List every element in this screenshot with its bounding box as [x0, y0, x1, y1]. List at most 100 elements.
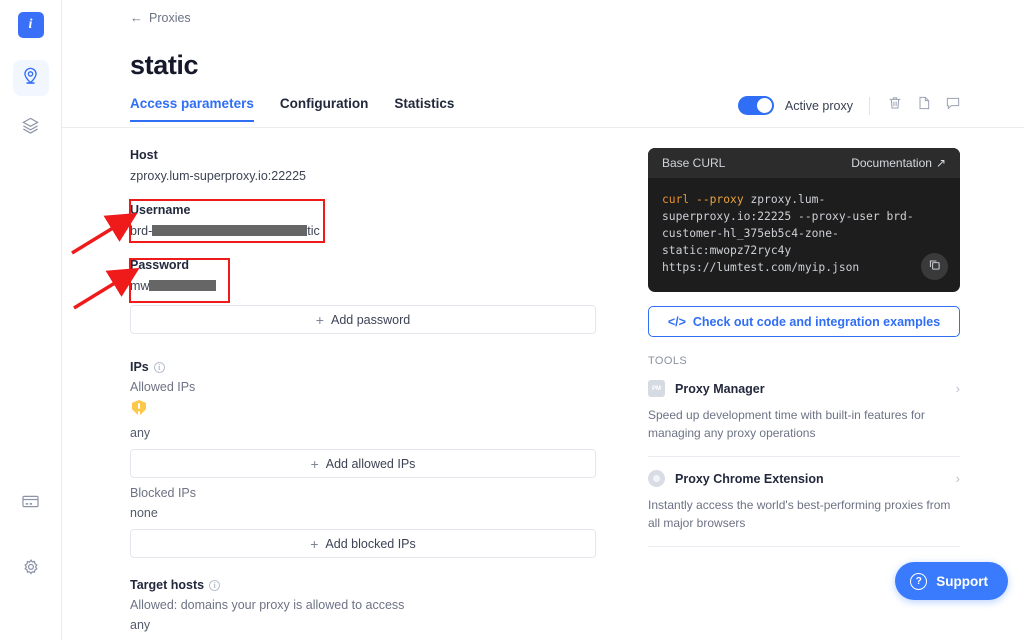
password-redacted-block — [149, 280, 216, 291]
username-label: Username — [130, 203, 596, 217]
code-card-header: Base CURL Documentation ↗ — [648, 148, 960, 178]
tool-row: Proxy Chrome Extension › — [648, 470, 960, 487]
add-allowed-ips-label: Add allowed IPs — [326, 457, 416, 471]
toggle-knob — [757, 98, 772, 113]
sidebar-item-billing[interactable] — [13, 486, 49, 522]
curl-token: curl — [662, 193, 689, 206]
host-field: Host zproxy.lum-superproxy.io:22225 — [130, 148, 596, 183]
allowed-ips-label: Allowed IPs — [130, 380, 596, 394]
main-area: ← Proxies static Access parameters Confi… — [62, 0, 1024, 640]
proxy-manager-icon: PM — [648, 380, 665, 397]
tool-description: Instantly access the world's best-perfor… — [648, 496, 960, 547]
blocked-ips-label: Blocked IPs — [130, 486, 596, 500]
app-root: i — [0, 0, 1024, 640]
username-value: brd-tic — [130, 224, 596, 238]
tool-name: Proxy Chrome Extension — [675, 472, 946, 486]
password-value: mw — [130, 279, 596, 293]
tab-statistics[interactable]: Statistics — [394, 96, 454, 122]
content-area: Host zproxy.lum-superproxy.io:22225 User… — [62, 140, 1024, 640]
question-mark-icon: ? — [910, 573, 927, 590]
warning-shield-icon — [132, 400, 146, 416]
ips-title-label: IPs — [130, 360, 149, 374]
target-hosts-desc: Allowed: domains your proxy is allowed t… — [130, 598, 596, 612]
host-value: zproxy.lum-superproxy.io:22225 — [130, 169, 596, 183]
documentation-label: Documentation — [851, 156, 932, 170]
add-password-label: Add password — [331, 313, 410, 327]
sidebar-item-datasets[interactable] — [13, 110, 49, 146]
username-field: Username brd-tic — [130, 203, 596, 238]
location-pin-icon — [21, 66, 40, 90]
page-title: static — [130, 50, 198, 81]
username-redacted-block — [152, 225, 307, 236]
info-icon[interactable]: i — [209, 580, 220, 591]
support-button[interactable]: ? Support — [895, 562, 1008, 600]
tab-bar: Access parameters Configuration Statisti… — [130, 96, 454, 122]
code-examples-button[interactable]: </> Check out code and integration examp… — [648, 306, 960, 337]
delete-proxy-button[interactable] — [886, 97, 904, 115]
file-icon — [916, 95, 932, 116]
tab-access-parameters[interactable]: Access parameters — [130, 96, 254, 122]
credit-card-icon — [21, 492, 40, 516]
tool-item-proxy-manager[interactable]: PM Proxy Manager › Speed up development … — [648, 380, 960, 457]
duplicate-proxy-button[interactable] — [915, 97, 933, 115]
copy-icon — [928, 258, 941, 276]
plus-icon: + — [310, 537, 318, 551]
plus-icon: + — [311, 457, 319, 471]
blocked-ips-value: none — [130, 506, 596, 520]
breadcrumb[interactable]: ← Proxies — [130, 10, 191, 25]
add-blocked-ips-button[interactable]: + Add blocked IPs — [130, 529, 596, 558]
active-proxy-label: Active proxy — [785, 99, 853, 113]
username-suffix: tic — [307, 224, 320, 238]
chrome-icon — [648, 470, 665, 487]
plus-icon: + — [316, 313, 324, 327]
sidebar-item-proxies[interactable] — [13, 60, 49, 96]
tool-item-proxy-chrome-extension[interactable]: Proxy Chrome Extension › Instantly acces… — [648, 470, 960, 547]
info-icon[interactable]: i — [154, 362, 165, 373]
code-card-title: Base CURL — [662, 156, 725, 170]
target-hosts-title-label: Target hosts — [130, 578, 204, 592]
chat-icon — [945, 95, 961, 116]
chevron-right-icon: › — [956, 381, 960, 396]
allowed-ips-value: any — [130, 426, 596, 440]
chevron-right-icon: › — [956, 471, 960, 486]
add-blocked-ips-label: Add blocked IPs — [325, 537, 415, 551]
sidebar-item-settings[interactable] — [13, 552, 49, 588]
brand-logo-icon[interactable]: i — [18, 12, 44, 38]
code-examples-label: Check out code and integration examples — [693, 315, 940, 329]
tool-description: Speed up development time with built-in … — [648, 406, 960, 457]
username-prefix: brd- — [130, 224, 152, 238]
divider — [869, 97, 870, 115]
comment-proxy-button[interactable] — [944, 97, 962, 115]
target-hosts-section-title: Target hosts i — [130, 578, 596, 592]
ips-section-title: IPs i — [130, 360, 596, 374]
password-label: Password — [130, 258, 596, 272]
side-panel: Base CURL Documentation ↗ curl --proxy z… — [648, 148, 960, 547]
rail-bottom-group — [13, 486, 49, 640]
add-allowed-ips-button[interactable]: + Add allowed IPs — [130, 449, 596, 478]
header-divider — [62, 127, 1024, 128]
tab-configuration[interactable]: Configuration — [280, 96, 368, 122]
external-link-icon: ↗ — [936, 156, 946, 170]
gear-icon — [21, 558, 41, 583]
password-prefix: mw — [130, 279, 149, 293]
left-nav-rail: i — [0, 0, 62, 640]
host-label: Host — [130, 148, 596, 162]
tool-row: PM Proxy Manager › — [648, 380, 960, 397]
curl-command-text: curl --proxy zproxy.lum-superproxy.io:22… — [648, 178, 960, 292]
active-proxy-toggle[interactable] — [738, 96, 774, 115]
target-hosts-value: any — [130, 618, 596, 632]
layers-icon — [21, 116, 40, 140]
tool-name: Proxy Manager — [675, 382, 946, 396]
code-brackets-icon: </> — [668, 315, 686, 329]
documentation-link[interactable]: Documentation ↗ — [851, 156, 946, 170]
tools-heading: TOOLS — [648, 355, 960, 367]
copy-curl-button[interactable] — [921, 253, 948, 280]
support-label: Support — [936, 574, 988, 589]
access-parameters-panel: Host zproxy.lum-superproxy.io:22225 User… — [130, 148, 596, 640]
add-password-button[interactable]: + Add password — [130, 305, 596, 334]
header-actions: Active proxy — [738, 96, 962, 115]
back-arrow-icon: ← — [130, 10, 143, 25]
trash-icon — [887, 95, 903, 116]
base-curl-card: Base CURL Documentation ↗ curl --proxy z… — [648, 148, 960, 292]
breadcrumb-label: Proxies — [149, 11, 191, 25]
